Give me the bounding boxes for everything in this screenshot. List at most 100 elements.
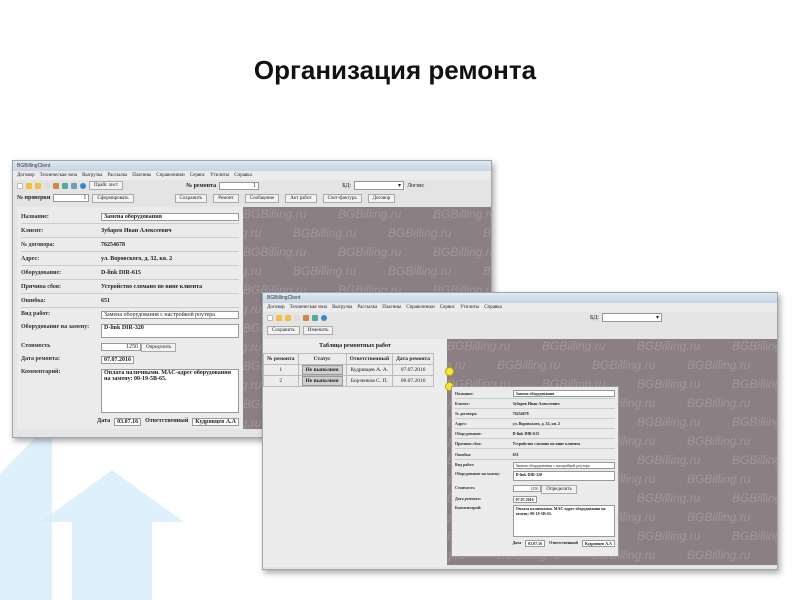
menu-item[interactable]: Сервис <box>440 305 455 310</box>
menu-item[interactable]: Договор <box>267 305 285 310</box>
globe-icon[interactable] <box>80 182 86 189</box>
date-input[interactable]: 03.07.16 <box>525 540 546 548</box>
table-row[interactable]: 2 Не выполнен Борзенков С. П. 08.07.2016 <box>263 375 435 387</box>
equipment-value: D-link DIR-615 <box>101 269 141 276</box>
menu-item[interactable]: Справочники <box>406 305 434 310</box>
menu-item[interactable]: Выгрузка <box>332 305 352 310</box>
menu-item[interactable]: Рассылка <box>357 305 377 310</box>
menu-item[interactable]: Утилиты <box>460 305 479 310</box>
responsible-input[interactable]: Кудрявцев А.А <box>581 540 615 548</box>
action-button[interactable]: Сообщение <box>244 193 280 203</box>
watermark-text: BGBilling.ru <box>687 510 751 524</box>
monitor-icon[interactable] <box>62 182 68 189</box>
date-label: Дата <box>512 540 522 546</box>
work-input[interactable]: Замена оборудования с настройкой роутера <box>101 311 239 319</box>
save-button[interactable]: Сохранить <box>267 325 300 335</box>
repair-number-input[interactable]: 1 <box>219 181 260 190</box>
responsible-input[interactable]: Кудрявцев А.А <box>192 418 239 426</box>
watermark-text: BGBilling.ru <box>243 302 262 316</box>
comment-input[interactable]: Оплата наличными. MAC-адрес оборудования… <box>512 505 615 537</box>
document-icon[interactable] <box>294 314 300 321</box>
address-value: ул. Воровского, д. 32, кв. 2 <box>101 255 173 262</box>
menu-item[interactable]: Выгрузка <box>82 173 102 178</box>
replace-label: Оборудование на замену: <box>455 471 501 477</box>
watermark-text: BGBilling.ru <box>637 453 701 467</box>
action-button[interactable]: Договор <box>367 193 396 203</box>
menu-item[interactable]: Плагины <box>382 305 401 310</box>
watermark-text: BGBilling.ru <box>447 339 511 353</box>
menu-item[interactable]: Справка <box>484 305 502 310</box>
repair-form: Название: Замена оборудования Клиент: Зубар… <box>17 207 243 429</box>
form-row-comment: Комментарий: Оплата наличными. MAC-адрес … <box>455 505 615 537</box>
document-icon[interactable] <box>44 182 50 189</box>
comment-input[interactable]: Оплата наличными. MAC-адрес оборудования… <box>101 369 239 413</box>
menu-item[interactable]: Справочники <box>156 173 184 178</box>
action-button[interactable]: Акт работ <box>285 193 317 203</box>
folder-icon[interactable] <box>26 182 32 189</box>
define-button[interactable]: Определить <box>141 343 177 352</box>
menu-item[interactable]: Справка <box>234 173 252 178</box>
contract-value: 76254678 <box>512 411 529 417</box>
watermark-text: BGBilling.ru <box>732 377 777 391</box>
new-icon[interactable] <box>267 314 273 321</box>
db-select[interactable]: ▾ <box>354 181 405 190</box>
replace-label: Оборудование на замену: <box>21 324 90 330</box>
repair-date: 07.07.2016 <box>392 364 435 376</box>
col-header[interactable]: № ремонта <box>263 353 299 365</box>
menu-item[interactable]: Рассылка <box>107 173 127 178</box>
watermark-text: BGBilling.ru <box>243 378 262 392</box>
menu-item[interactable]: Плагины <box>132 173 151 178</box>
status-badge[interactable]: Не выполнен <box>301 365 343 375</box>
replace-input[interactable]: D-link DIR-320 <box>512 471 615 482</box>
folder-icon[interactable] <box>35 182 41 189</box>
form-row-repair_date: Дата ремонта: 07.07.2016 <box>21 356 239 366</box>
action-button[interactable]: Ремонт <box>213 193 239 203</box>
repair_date-input[interactable]: 07.07.2016 <box>512 495 537 503</box>
db-select[interactable]: ▾ <box>601 313 662 322</box>
menu-item[interactable]: Сервис <box>190 173 205 178</box>
table-row[interactable]: 1 Не выполнен Кудрявцев А. А. 07.07.2016 <box>263 364 435 376</box>
action-button[interactable]: Сохранить <box>174 193 208 203</box>
db-label: БД: <box>342 182 352 189</box>
folder-icon[interactable] <box>285 314 291 321</box>
responsible-label: Ответственный <box>549 540 578 546</box>
cost-input[interactable]: 1250 <box>101 343 141 351</box>
col-header[interactable]: Статус <box>297 353 347 365</box>
globe-icon[interactable] <box>321 314 327 321</box>
status-badge[interactable]: Не выполнен <box>301 376 343 386</box>
watermark-text: BGBilling.ru <box>483 264 491 278</box>
check-number-input[interactable]: 1 <box>53 194 90 202</box>
date-input[interactable]: 03.07.16 <box>114 418 142 426</box>
generate-button[interactable]: Сформировать <box>92 193 134 203</box>
form-row-work: Вид работ: Замена оборудования с настройк… <box>21 311 239 321</box>
contract-label: № договора: <box>455 411 478 417</box>
monitor-icon[interactable] <box>71 182 77 189</box>
slide-title: Организация ремонта <box>253 55 537 85</box>
menu-item[interactable]: Утилиты <box>210 173 229 178</box>
col-header[interactable]: Ответственный <box>345 353 394 365</box>
watermark-text: BGBilling.ru <box>637 529 701 543</box>
folder-icon[interactable] <box>276 314 282 321</box>
watermark-text: BGBilling.ru <box>637 339 701 353</box>
define-button[interactable]: Определить <box>541 484 577 494</box>
work-input[interactable]: Замена оборудования с настройкой роутера <box>512 461 615 469</box>
menu-item[interactable]: Договор <box>17 173 35 178</box>
responsible: Борзенков С. П. <box>345 375 394 387</box>
edit-button[interactable]: Изменить <box>302 325 334 335</box>
repair_date-input[interactable]: 07.07.2016 <box>101 356 134 364</box>
price-list-button[interactable]: Прайс лист <box>89 181 124 190</box>
replace-input[interactable]: D-link DIR-320 <box>101 324 239 338</box>
watermark-text: BGBilling.ru <box>497 358 561 372</box>
monitor-icon[interactable] <box>312 314 318 321</box>
menu-item[interactable]: Техническая зона <box>290 305 327 310</box>
new-icon[interactable] <box>17 182 23 189</box>
name-input[interactable]: Замена оборудования <box>512 390 615 398</box>
col-header[interactable]: Дата ремонта <box>392 353 435 365</box>
warning-icon[interactable] <box>303 314 309 321</box>
contract-value: 76254678 <box>101 241 125 248</box>
cost-input[interactable]: 1250 <box>512 484 542 492</box>
warning-icon[interactable] <box>53 182 59 189</box>
menu-item[interactable]: Техническая зона <box>40 173 77 178</box>
name-input[interactable]: Замена оборудования <box>101 212 239 221</box>
action-button[interactable]: Счет-фактура <box>322 193 362 203</box>
